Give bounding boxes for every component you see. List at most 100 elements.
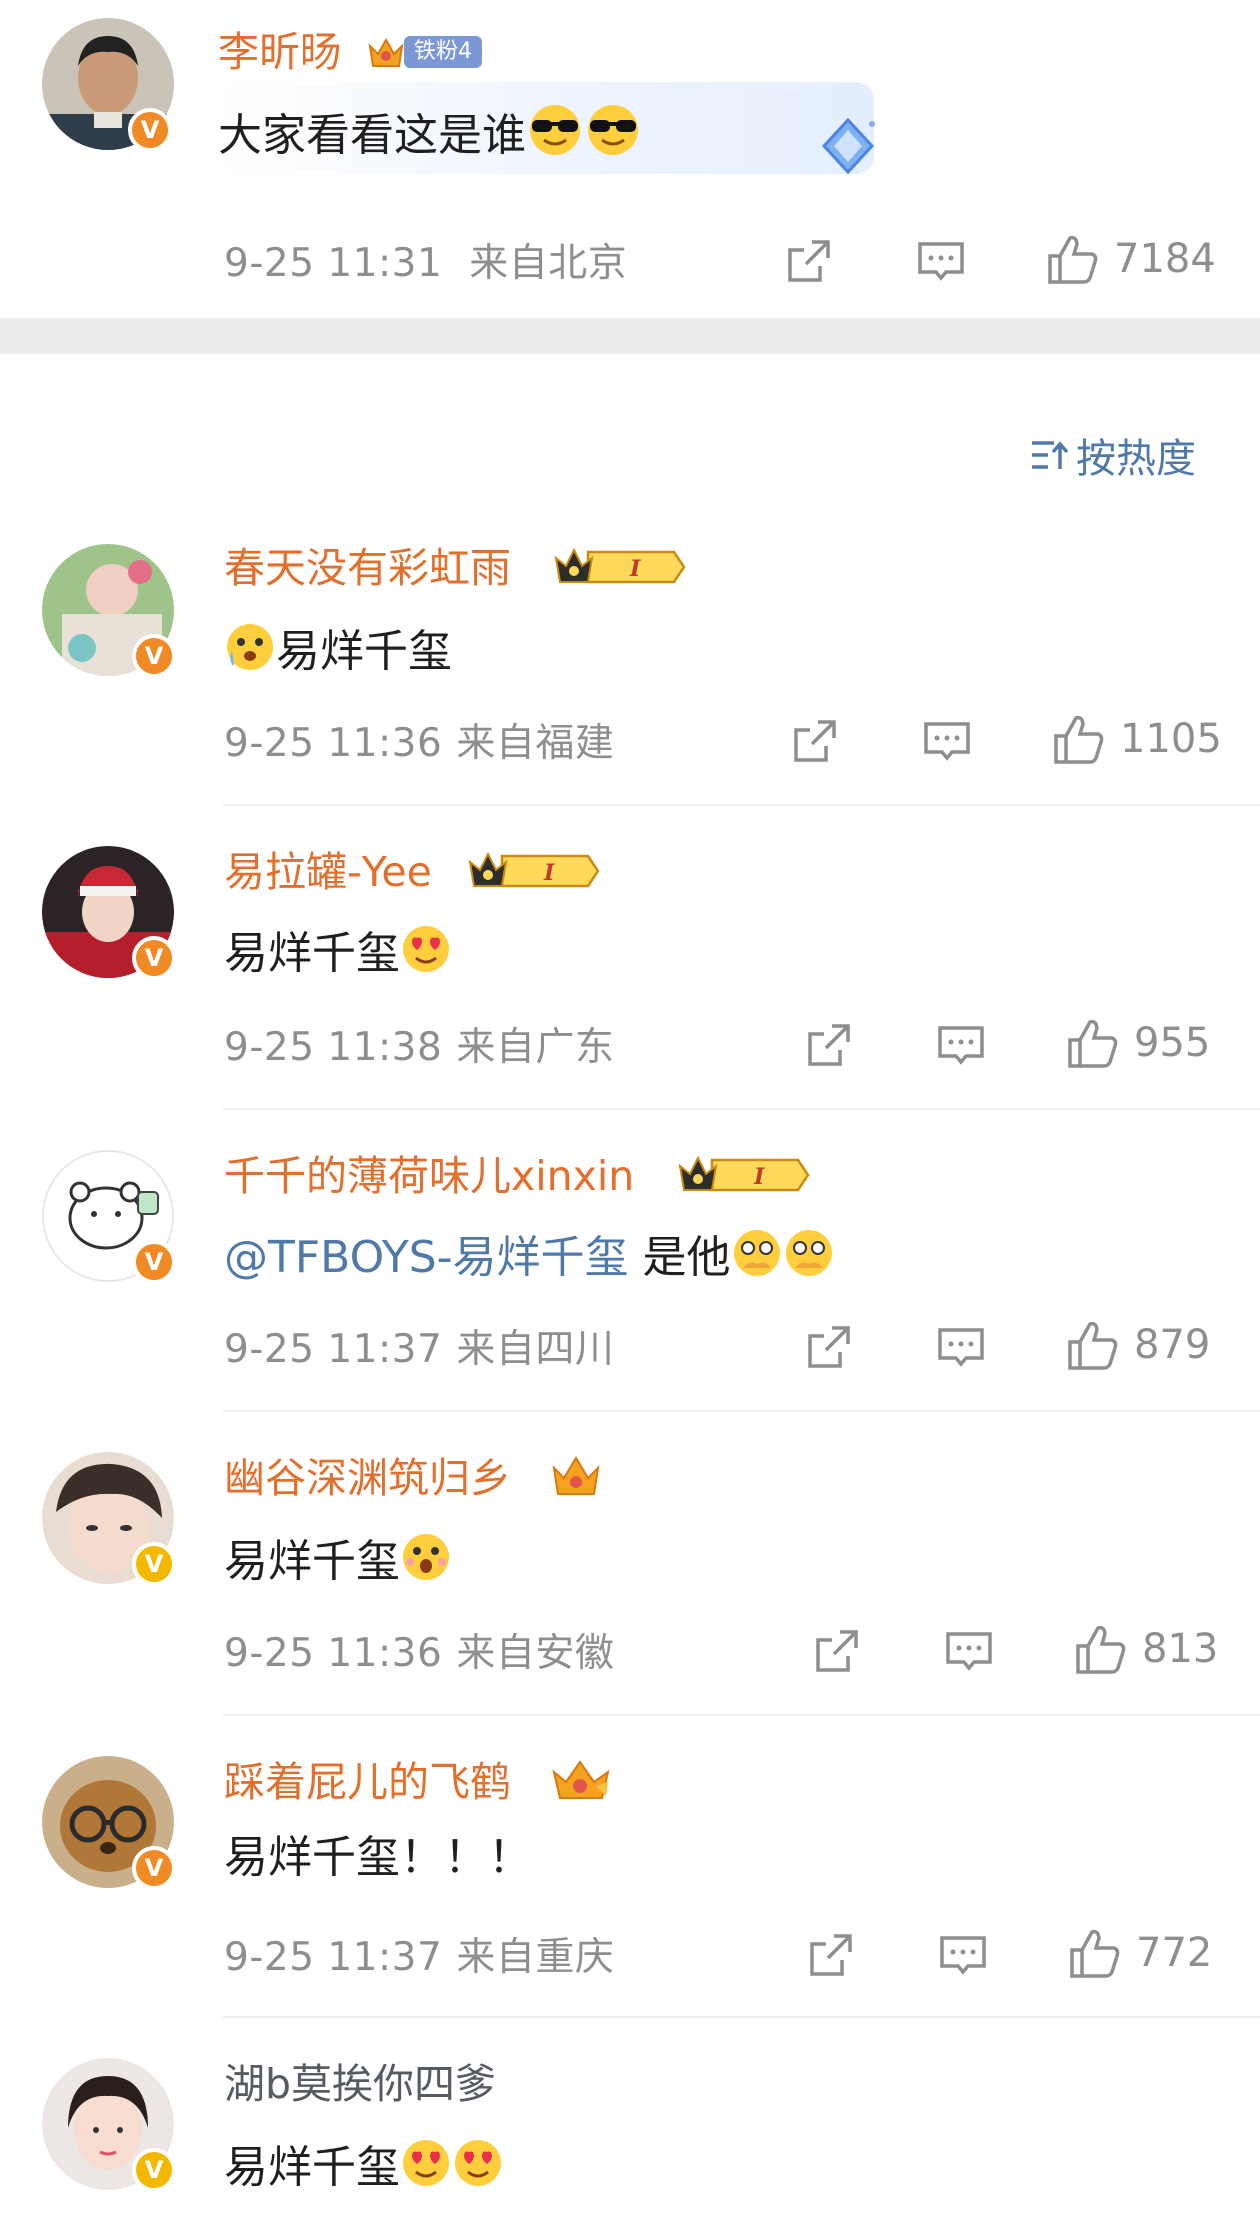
heart-eyes-emoji-icon xyxy=(400,2138,452,2196)
svg-text:I: I xyxy=(629,556,641,582)
comment-icon xyxy=(938,1026,984,1065)
like-count: 879 xyxy=(1134,1322,1211,1368)
thumbs-up-icon xyxy=(1068,1321,1118,1370)
cool-sunglasses-emoji-icon xyxy=(526,104,584,164)
comment-button[interactable] xyxy=(944,1628,994,1676)
like-count: 7184 xyxy=(1114,236,1216,282)
comment-button[interactable] xyxy=(936,1022,986,1070)
sort-by-hot-button[interactable]: 按热度 xyxy=(1030,426,1196,484)
comment-location: 来自安徽 xyxy=(456,1631,615,1676)
fan-level-label: 铁粉4 xyxy=(414,39,472,64)
comment-button[interactable] xyxy=(938,1932,988,1980)
surprised-emoji-icon xyxy=(400,1532,452,1590)
verified-badge: V xyxy=(132,1542,176,1586)
section-divider xyxy=(0,318,1260,354)
like-button[interactable]: 955 xyxy=(1066,1016,1210,1070)
sort-lines-icon xyxy=(1032,441,1068,469)
comment-icon xyxy=(940,1936,986,1975)
comment-separator xyxy=(223,1108,1260,1110)
crown-icon xyxy=(550,1452,602,1500)
post-author-name[interactable]: 李昕旸 xyxy=(218,32,341,73)
repost-button[interactable] xyxy=(790,716,840,766)
comment-meta: 9-25 11:37 来自重庆 xyxy=(224,1938,614,1977)
crown-icon xyxy=(366,32,406,72)
svg-text:I: I xyxy=(753,1164,765,1190)
commenter-name[interactable]: 千千的薄荷味儿xinxin xyxy=(224,1156,634,1197)
comment-text: 易烊千玺 xyxy=(224,622,452,680)
original-post: V 李昕旸 铁粉4 大家看看这是谁 9-25 11:31 来自北京 7184 xyxy=(0,0,1260,318)
comment-icon xyxy=(938,1328,984,1367)
comment-separator xyxy=(223,1410,1260,1412)
like-button[interactable]: 1105 xyxy=(1052,712,1222,766)
comment-text: 易烊千玺！！！ xyxy=(224,1836,532,1880)
comment-time: 9-25 11:37 xyxy=(224,1935,443,1980)
thumbs-up-icon xyxy=(1068,1019,1118,1068)
repost-button[interactable] xyxy=(806,1930,856,1980)
commenter-name[interactable]: 湖b莫挨你四爹 xyxy=(224,2064,496,2105)
verified-badge: V xyxy=(132,1240,176,1284)
comment-meta: 9-25 11:38 来自广东 xyxy=(224,1028,614,1067)
verified-badge: V xyxy=(132,634,176,678)
share-icon xyxy=(808,1024,850,1066)
comment-text: 易烊千玺 xyxy=(224,1532,452,1590)
like-button[interactable]: 879 xyxy=(1066,1318,1210,1372)
commenter-name[interactable]: 幽谷深渊筑归乡 xyxy=(224,1458,511,1499)
post-meta: 9-25 11:31 来自北京 xyxy=(224,244,627,283)
comment-button[interactable] xyxy=(922,718,972,766)
thumbs-up-icon xyxy=(1054,715,1104,764)
comment-text: 易烊千玺 xyxy=(224,2138,504,2196)
share-icon xyxy=(788,240,830,282)
fan-level-badge: 铁粉4 xyxy=(404,36,482,68)
comment-button[interactable] xyxy=(916,238,966,286)
repost-button[interactable] xyxy=(812,1626,862,1676)
member-crown-badge: I xyxy=(676,1152,812,1202)
commenter-name[interactable]: 易拉罐-Yee xyxy=(224,852,432,893)
comment-text-content: 是他 xyxy=(628,1232,731,1283)
commenter-name[interactable]: 春天没有彩虹雨 xyxy=(224,548,511,589)
comment-icon xyxy=(924,722,970,761)
member-crown-badge: I xyxy=(552,544,688,594)
heart-eyes-emoji-icon xyxy=(452,2138,504,2196)
crown-icon xyxy=(550,1756,612,1804)
verified-badge: V xyxy=(132,936,176,980)
verified-badge: V xyxy=(132,2148,176,2192)
pleading-emoji-icon xyxy=(783,1228,835,1286)
repost-button[interactable] xyxy=(804,1322,854,1372)
diamond-decoration-icon xyxy=(816,114,880,178)
cool-sunglasses-emoji-icon xyxy=(584,104,642,164)
surprised-crying-emoji-icon xyxy=(224,622,276,680)
mention-link[interactable]: @TFBOYS-易烊千玺 xyxy=(224,1232,629,1283)
comment-button[interactable] xyxy=(936,1324,986,1372)
comment-text-content: 易烊千玺 xyxy=(224,928,400,979)
repost-button[interactable] xyxy=(804,1020,854,1070)
pleading-emoji-icon xyxy=(731,1228,783,1286)
comment-text: 易烊千玺 xyxy=(224,924,452,982)
verified-badge: V xyxy=(132,1846,176,1890)
thumbs-up-icon xyxy=(1076,1625,1126,1674)
comment-separator xyxy=(223,2016,1260,2018)
post-text: 大家看看这是谁 xyxy=(218,104,642,164)
like-button[interactable]: 813 xyxy=(1074,1622,1218,1676)
thumbs-up-icon xyxy=(1048,235,1098,284)
like-count: 955 xyxy=(1134,1020,1211,1066)
comment-text: @TFBOYS-易烊千玺 是他 xyxy=(224,1228,835,1286)
like-button[interactable]: 7184 xyxy=(1046,232,1216,286)
comment-separator xyxy=(223,1714,1260,1716)
comment-time: 9-25 11:36 xyxy=(224,1631,443,1676)
share-icon xyxy=(808,1326,850,1368)
like-button[interactable]: 772 xyxy=(1068,1926,1212,1980)
comment-location: 来自重庆 xyxy=(456,1935,615,1980)
comment-meta: 9-25 11:36 来自福建 xyxy=(224,724,614,763)
comment-icon xyxy=(918,242,964,281)
commenter-name[interactable]: 踩着屁儿的飞鹤 xyxy=(224,1762,511,1803)
comment-text-content: 易烊千玺！！！ xyxy=(224,1832,532,1883)
member-crown-badge: I xyxy=(466,848,602,898)
share-icon xyxy=(816,1630,858,1672)
share-icon xyxy=(810,1934,852,1976)
comment-time: 9-25 11:36 xyxy=(224,721,443,766)
comment-meta: 9-25 11:36 来自安徽 xyxy=(224,1634,614,1673)
repost-button[interactable] xyxy=(784,236,834,286)
comment-meta: 9-25 11:37 来自四川 xyxy=(224,1330,614,1369)
share-icon xyxy=(794,720,836,762)
thumbs-up-icon xyxy=(1070,1929,1120,1978)
